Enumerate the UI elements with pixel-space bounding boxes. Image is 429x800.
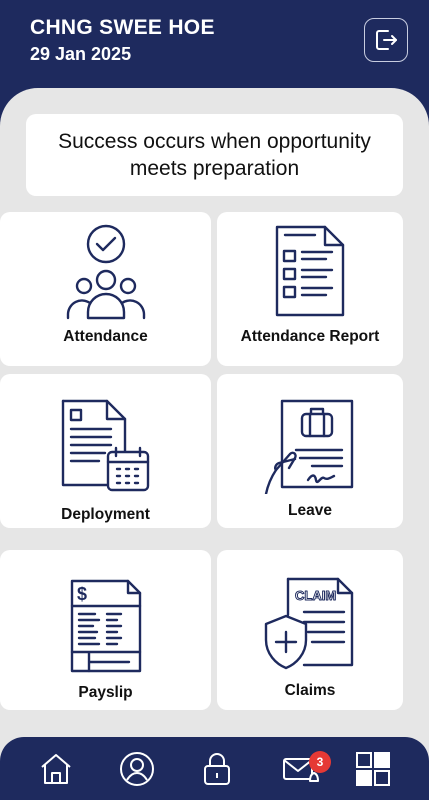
mail-badge: 3 [309,751,331,773]
tile-label: Attendance [63,328,148,345]
content-area: Success occurs when opportunity meets pr… [0,88,429,800]
tile-label: Payslip [78,684,133,701]
tile-payslip[interactable]: $ Payslip [0,550,211,710]
deployment-icon [0,398,211,498]
tile-attendance-report[interactable]: Attendance Report [217,212,403,366]
tile-label: Attendance Report [240,328,380,345]
payslip-icon: $ [0,578,211,674]
tile-label: Leave [288,502,332,519]
tile-label: Claims [284,682,336,699]
home-icon [41,754,71,784]
header: CHNG SWEE HOE 29 Jan 2025 [0,0,429,100]
tile-claims[interactable]: CLAIM Claims [217,550,403,710]
tile-leave[interactable]: Leave [217,374,403,528]
user-name: CHNG SWEE HOE [30,16,215,39]
logout-icon [376,30,397,50]
leave-icon [217,398,403,494]
nav-home[interactable] [36,749,76,789]
attendance-icon [0,224,211,320]
motivational-quote: Success occurs when opportunity meets pr… [26,114,403,196]
tile-attendance[interactable]: Attendance [0,212,211,366]
nav-apps[interactable] [353,749,393,789]
report-icon [217,224,403,318]
tile-label: Deployment [61,506,150,523]
claims-icon: CLAIM [217,576,403,672]
current-date: 29 Jan 2025 [30,44,132,64]
svg-text:CLAIM: CLAIM [295,588,336,603]
bottom-nav [0,737,429,800]
nav-lock[interactable] [197,749,237,789]
nav-profile[interactable] [117,749,157,789]
lock-icon [204,753,230,785]
svg-text:$: $ [77,584,87,604]
tile-deployment[interactable]: Deployment [0,374,211,528]
apps-icon [356,752,390,786]
logout-button[interactable] [364,18,408,62]
profile-icon [120,752,154,786]
